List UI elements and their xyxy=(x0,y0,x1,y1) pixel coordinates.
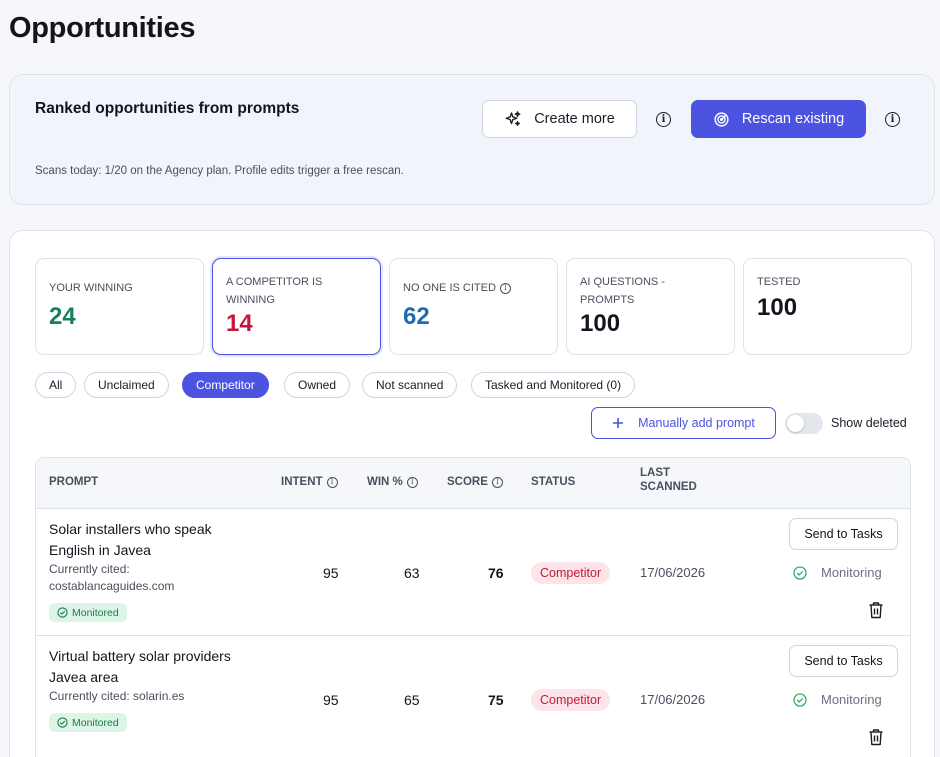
prompt-text: Solar installers who speak English in Ja… xyxy=(49,521,212,558)
table-row: Solar installers who speak English in Ja… xyxy=(36,509,910,636)
filter-tasked-monitored[interactable]: Tasked and Monitored (0) xyxy=(471,372,636,398)
create-more-label: Create more xyxy=(534,111,615,127)
win-value: 63 xyxy=(404,565,420,581)
add-prompt-label: Manually add prompt xyxy=(638,416,755,430)
intent-value: 95 xyxy=(323,692,339,708)
opportunities-panel: YOUR WINNING 24 A COMPETITOR IS WINNING … xyxy=(9,230,935,757)
filter-unclaimed[interactable]: Unclaimed xyxy=(84,372,169,398)
show-deleted-toggle[interactable] xyxy=(785,413,823,434)
prompt-text: Virtual battery solar providers Javea ar… xyxy=(49,648,231,685)
sparkles-icon xyxy=(505,111,521,127)
monitoring-status: Monitoring xyxy=(793,692,882,707)
last-scanned-date: 17/06/2026 xyxy=(640,692,706,707)
stat-value: 14 xyxy=(226,310,253,337)
monitored-badge: Monitored xyxy=(49,713,127,732)
show-deleted-label: Show deleted xyxy=(831,416,907,430)
col-win[interactable]: WIN % i xyxy=(367,476,418,488)
col-last-scanned-line2: SCANNED xyxy=(640,481,697,493)
monitoring-label: Monitoring xyxy=(821,692,882,707)
stat-value: 100 xyxy=(580,310,621,337)
scan-quota-text: Scans today: 1/20 on the Agency plan. Pr… xyxy=(35,165,404,177)
score-value: 76 xyxy=(488,565,504,581)
opportunities-table: PROMPT INTENT i WIN % i SCORE i STATUS LAST… xyxy=(35,457,911,757)
check-circle-icon xyxy=(57,717,68,728)
col-intent[interactable]: INTENT i xyxy=(281,476,338,488)
monitored-label: Monitored xyxy=(72,606,119,619)
col-status[interactable]: STATUS xyxy=(531,476,575,488)
intent-value: 95 xyxy=(323,565,339,581)
info-icon[interactable]: i xyxy=(499,282,511,294)
check-circle-icon xyxy=(57,607,68,618)
rescan-existing-label: Rescan existing xyxy=(741,111,845,127)
check-circle-icon xyxy=(793,692,807,707)
col-win-label: WIN % xyxy=(367,476,403,488)
opportunities-header-card: Ranked opportunities from prompts Create… xyxy=(9,74,935,205)
stat-label: NO ONE IS CITED i xyxy=(403,279,543,297)
check-circle-icon xyxy=(793,565,807,580)
stat-card-tested[interactable]: TESTED 100 xyxy=(743,258,912,355)
toggle-knob xyxy=(787,415,804,432)
status-badge: Competitor xyxy=(531,689,611,711)
monitoring-label: Monitoring xyxy=(821,565,882,580)
filter-competitor[interactable]: Competitor xyxy=(182,372,269,398)
stat-label-text: NO ONE IS CITED xyxy=(403,282,496,294)
currently-cited: Currently cited: solarin.es xyxy=(49,689,185,703)
col-prompt-label: PROMPT xyxy=(49,476,99,488)
trash-icon[interactable] xyxy=(868,601,884,619)
stat-value: 62 xyxy=(403,303,430,330)
stat-card-no-one-cited[interactable]: NO ONE IS CITED i 62 xyxy=(389,258,558,355)
currently-cited: Currently cited: costablancaguides.com xyxy=(49,562,175,593)
plus-icon xyxy=(613,418,624,428)
stat-label: TESTED xyxy=(757,276,801,288)
stat-label: A COMPETITOR IS WINNING xyxy=(226,276,323,306)
manually-add-prompt-button[interactable]: Manually add prompt xyxy=(591,407,776,439)
trash-icon[interactable] xyxy=(868,728,884,746)
send-to-tasks-button[interactable]: Send to Tasks xyxy=(789,645,898,677)
rescan-existing-button[interactable]: Rescan existing xyxy=(691,100,866,138)
col-score[interactable]: SCORE i xyxy=(447,476,503,488)
filter-not-scanned[interactable]: Not scanned xyxy=(362,372,458,398)
stat-value: 24 xyxy=(49,303,76,330)
info-icon[interactable]: i xyxy=(406,476,418,488)
col-score-label: SCORE xyxy=(447,476,488,488)
col-intent-label: INTENT xyxy=(281,476,323,488)
filter-all[interactable]: All xyxy=(35,372,77,398)
info-icon[interactable]: i xyxy=(656,112,671,127)
info-icon[interactable]: i xyxy=(491,476,503,488)
stat-card-your-winning[interactable]: YOUR WINNING 24 xyxy=(35,258,204,355)
info-icon[interactable]: i xyxy=(885,112,900,127)
send-to-tasks-button[interactable]: Send to Tasks xyxy=(789,518,898,550)
monitored-badge: Monitored xyxy=(49,603,127,622)
stat-card-ai-questions[interactable]: AI QUESTIONS - PROMPTS 100 xyxy=(566,258,735,355)
win-value: 65 xyxy=(404,692,420,708)
monitoring-status: Monitoring xyxy=(793,565,882,580)
table-row: Virtual battery solar providers Javea ar… xyxy=(36,636,910,757)
stat-label: YOUR WINNING xyxy=(49,282,133,294)
score-value: 75 xyxy=(488,692,504,708)
col-last-scanned-line1: LAST xyxy=(640,467,671,479)
info-icon[interactable]: i xyxy=(326,476,338,488)
monitored-label: Monitored xyxy=(72,716,119,729)
radar-icon xyxy=(714,111,729,127)
table-header: PROMPT INTENT i WIN % i SCORE i STATUS LAST… xyxy=(36,458,910,509)
col-prompt[interactable]: PROMPT xyxy=(49,476,98,488)
col-status-label: STATUS xyxy=(531,476,576,488)
filter-owned[interactable]: Owned xyxy=(284,372,351,398)
last-scanned-date: 17/06/2026 xyxy=(640,565,706,580)
col-last-scanned[interactable]: LAST SCANNED xyxy=(640,467,697,493)
page-title: Opportunities xyxy=(9,12,196,44)
stat-card-competitor-winning[interactable]: A COMPETITOR IS WINNING 14 xyxy=(212,258,381,355)
stat-value: 100 xyxy=(757,294,798,321)
card-title: Ranked opportunities from prompts xyxy=(35,100,300,117)
create-more-button[interactable]: Create more xyxy=(482,100,637,138)
status-badge: Competitor xyxy=(531,562,611,584)
stat-label: AI QUESTIONS - PROMPTS xyxy=(580,276,665,306)
